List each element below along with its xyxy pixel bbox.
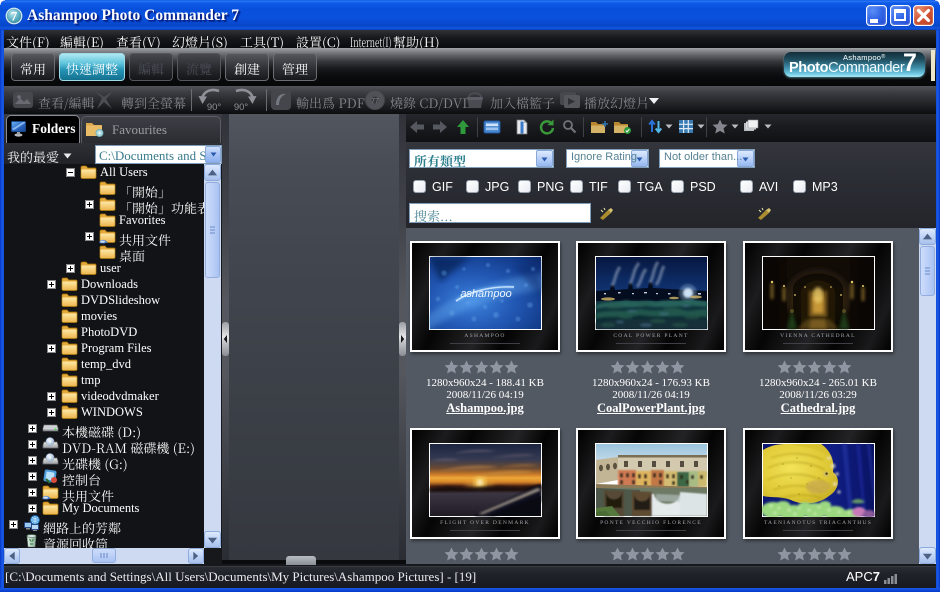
svg-text:77: 77 [371,98,379,105]
svg-text:ashampoo: ashampoo [460,288,511,300]
svg-text:90°: 90° [234,102,249,113]
svg-text:90°: 90° [207,102,222,113]
svg-text:7: 7 [11,9,18,24]
